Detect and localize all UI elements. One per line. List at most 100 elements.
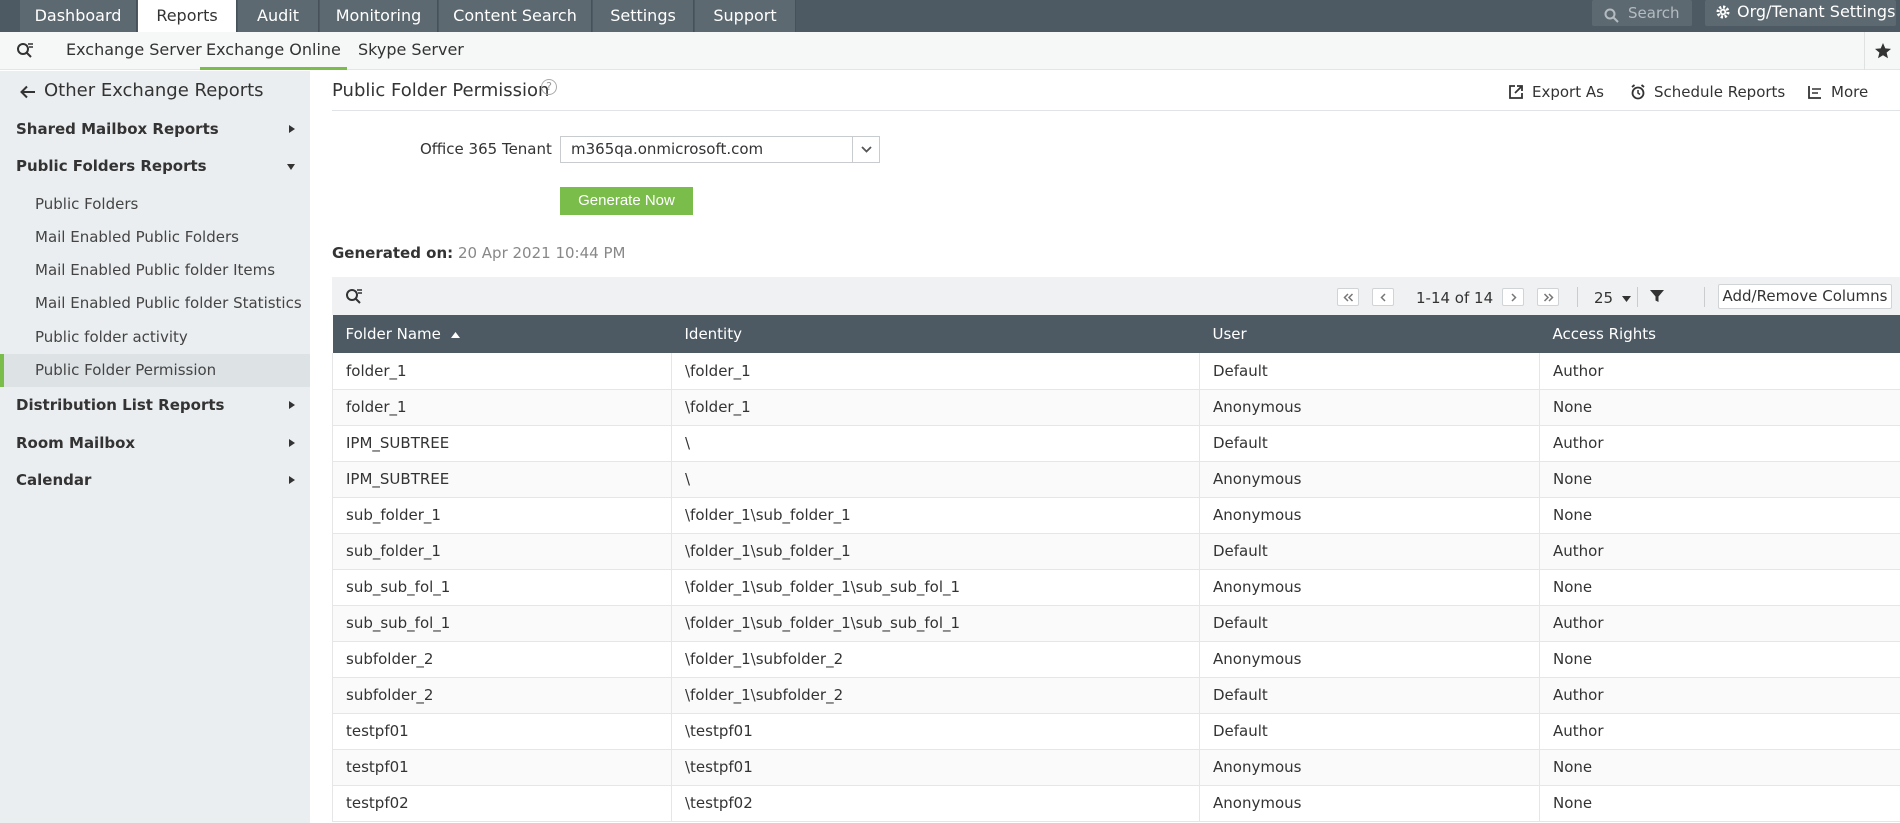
tab-monitoring[interactable]: Monitoring <box>320 0 438 32</box>
cell-identity: \folder_1\subfolder_2 <box>671 641 1200 678</box>
main-content: Public Folder Permission ? Export As Sch… <box>310 71 1900 823</box>
search-box[interactable]: Search <box>1592 0 1692 26</box>
cell-identity: \folder_1 <box>671 389 1200 426</box>
chevron-left-icon <box>1380 293 1386 302</box>
cell-user: Anonymous <box>1199 641 1540 678</box>
org-tenant-settings-button[interactable]: Org/Tenant Settings <box>1705 0 1896 26</box>
table-search-icon[interactable] <box>345 287 363 309</box>
table-row[interactable]: IPM_SUBTREE \ Default Author <box>332 425 1900 462</box>
tab-audit[interactable]: Audit <box>238 0 319 32</box>
generate-now-button[interactable]: Generate Now <box>560 187 693 215</box>
sidebar-group-label: Shared Mailbox Reports <box>16 120 219 138</box>
generated-on-value: 20 Apr 2021 10:44 PM <box>457 244 626 262</box>
prev-page-button[interactable] <box>1372 288 1394 306</box>
column-header-access-rights[interactable]: Access Rights <box>1539 315 1900 353</box>
export-as-label: Export As <box>1532 83 1604 101</box>
table-row[interactable]: folder_1 \folder_1 Anonymous None <box>332 389 1900 426</box>
cell-folder-name: subfolder_2 <box>332 677 672 714</box>
cell-identity: \folder_1 <box>671 353 1200 390</box>
sidebar-group-calendar[interactable]: Calendar <box>16 471 296 489</box>
cell-identity: \folder_1\sub_folder_1\sub_sub_fol_1 <box>671 569 1200 606</box>
cell-user: Default <box>1199 353 1540 390</box>
column-header-user[interactable]: User <box>1199 315 1540 353</box>
add-remove-columns-button[interactable]: Add/Remove Columns <box>1718 284 1892 309</box>
table-row[interactable]: subfolder_2 \folder_1\subfolder_2 Anonymou… <box>332 641 1900 678</box>
filter-icon[interactable] <box>1650 289 1664 307</box>
generated-on: Generated on: 20 Apr 2021 10:44 PM <box>332 244 625 262</box>
cell-identity: \folder_1\sub_folder_1\sub_sub_fol_1 <box>671 605 1200 642</box>
chevron-down-icon[interactable] <box>852 137 879 162</box>
table-row[interactable]: testpf01 \testpf01 Default Author <box>332 713 1900 750</box>
sidebar-group-shared-mailbox[interactable]: Shared Mailbox Reports <box>16 120 296 138</box>
caret-right-icon <box>289 125 295 133</box>
tab-support[interactable]: Support <box>695 0 796 32</box>
tenant-select-value: m365qa.onmicrosoft.com <box>571 140 764 158</box>
sidebar-item-public-folder-permission[interactable]: Public Folder Permission <box>35 361 216 379</box>
sidebar-group-label: Calendar <box>16 471 92 489</box>
first-page-button[interactable] <box>1337 288 1359 306</box>
tab-settings[interactable]: Settings <box>593 0 694 32</box>
toolbar-separator <box>1704 287 1705 307</box>
report-search-icon[interactable] <box>16 41 34 63</box>
sidebar-item-public-folders[interactable]: Public Folders <box>35 195 138 213</box>
schedule-reports-button[interactable]: Schedule Reports <box>1630 83 1785 101</box>
table-row[interactable]: sub_sub_fol_1 \folder_1\sub_folder_1\sub_… <box>332 605 1900 642</box>
tab-reports[interactable]: Reports <box>138 0 237 32</box>
more-button[interactable]: More <box>1807 83 1868 101</box>
favorite-button[interactable] <box>1864 32 1900 70</box>
search-icon <box>1604 5 1619 31</box>
subtab-exchange-server[interactable]: Exchange Server <box>66 32 202 70</box>
back-to-other-exchange-reports[interactable]: Other Exchange Reports <box>20 80 264 101</box>
table-row[interactable]: testpf02 \testpf02 Anonymous None <box>332 785 1900 822</box>
cell-folder-name: subfolder_2 <box>332 641 672 678</box>
cell-user: Anonymous <box>1199 785 1540 822</box>
sidebar-item-public-folder-activity[interactable]: Public folder activity <box>35 328 188 346</box>
sidebar-group-distribution-list[interactable]: Distribution List Reports <box>16 396 296 414</box>
caret-right-icon <box>289 401 295 409</box>
divider <box>332 110 1900 111</box>
sidebar-group-public-folders[interactable]: Public Folders Reports <box>16 157 296 175</box>
star-icon <box>1875 43 1891 59</box>
cell-access-rights: None <box>1539 497 1900 534</box>
next-page-button[interactable] <box>1502 288 1524 306</box>
cell-folder-name: IPM_SUBTREE <box>332 461 672 498</box>
table-row[interactable]: sub_sub_fol_1 \folder_1\sub_folder_1\sub_… <box>332 569 1900 606</box>
cell-identity: \folder_1\sub_folder_1 <box>671 533 1200 570</box>
table-row[interactable]: sub_folder_1 \folder_1\sub_folder_1 Anonym… <box>332 497 1900 534</box>
cell-access-rights: Author <box>1539 713 1900 750</box>
page-size-select[interactable]: 25 <box>1594 289 1631 307</box>
subtab-exchange-online[interactable]: Exchange Online <box>200 32 347 70</box>
cell-access-rights: None <box>1539 461 1900 498</box>
table-row[interactable]: testpf01 \testpf01 Anonymous None <box>332 749 1900 786</box>
export-as-button[interactable]: Export As <box>1508 83 1604 101</box>
more-icon <box>1808 86 1821 99</box>
tab-dashboard[interactable]: Dashboard <box>20 0 137 32</box>
table-row[interactable]: sub_folder_1 \folder_1\sub_folder_1 Defaul… <box>332 533 1900 570</box>
sidebar-item-mail-enabled-public-folder-statistics[interactable]: Mail Enabled Public folder Statistics <box>35 294 302 312</box>
last-page-button[interactable] <box>1537 288 1559 306</box>
cell-folder-name: sub_sub_fol_1 <box>332 605 672 642</box>
cell-access-rights: None <box>1539 749 1900 786</box>
tab-content-search[interactable]: Content Search <box>439 0 592 32</box>
top-nav: Dashboard Reports Audit Monitoring Conte… <box>0 0 1900 32</box>
tenant-label: Office 365 Tenant <box>420 140 552 158</box>
table-header-row: Folder Name Identity User Access Rights <box>332 315 1900 353</box>
column-header-folder-name[interactable]: Folder Name <box>332 315 672 353</box>
double-chevron-left-icon <box>1343 293 1354 302</box>
table-body: folder_1 \folder_1 Default Author folder_1 \f… <box>332 353 1900 822</box>
cell-folder-name: IPM_SUBTREE <box>332 425 672 462</box>
help-icon[interactable]: ? <box>541 79 557 95</box>
caret-down-icon <box>287 164 295 170</box>
cell-user: Anonymous <box>1199 497 1540 534</box>
column-header-identity[interactable]: Identity <box>671 315 1200 353</box>
sidebar-item-mail-enabled-public-folder-items[interactable]: Mail Enabled Public folder Items <box>35 261 275 279</box>
table-row[interactable]: IPM_SUBTREE \ Anonymous None <box>332 461 1900 498</box>
table-row[interactable]: subfolder_2 \folder_1\subfolder_2 Default A… <box>332 677 1900 714</box>
sidebar-item-mail-enabled-public-folders[interactable]: Mail Enabled Public Folders <box>35 228 239 246</box>
sidebar-group-room-mailbox[interactable]: Room Mailbox <box>16 434 296 452</box>
subtab-skype-server[interactable]: Skype Server <box>358 32 464 70</box>
cell-user: Anonymous <box>1199 569 1540 606</box>
table-row[interactable]: folder_1 \folder_1 Default Author <box>332 353 1900 390</box>
tenant-select[interactable]: m365qa.onmicrosoft.com <box>560 136 880 163</box>
cell-identity: \folder_1\sub_folder_1 <box>671 497 1200 534</box>
